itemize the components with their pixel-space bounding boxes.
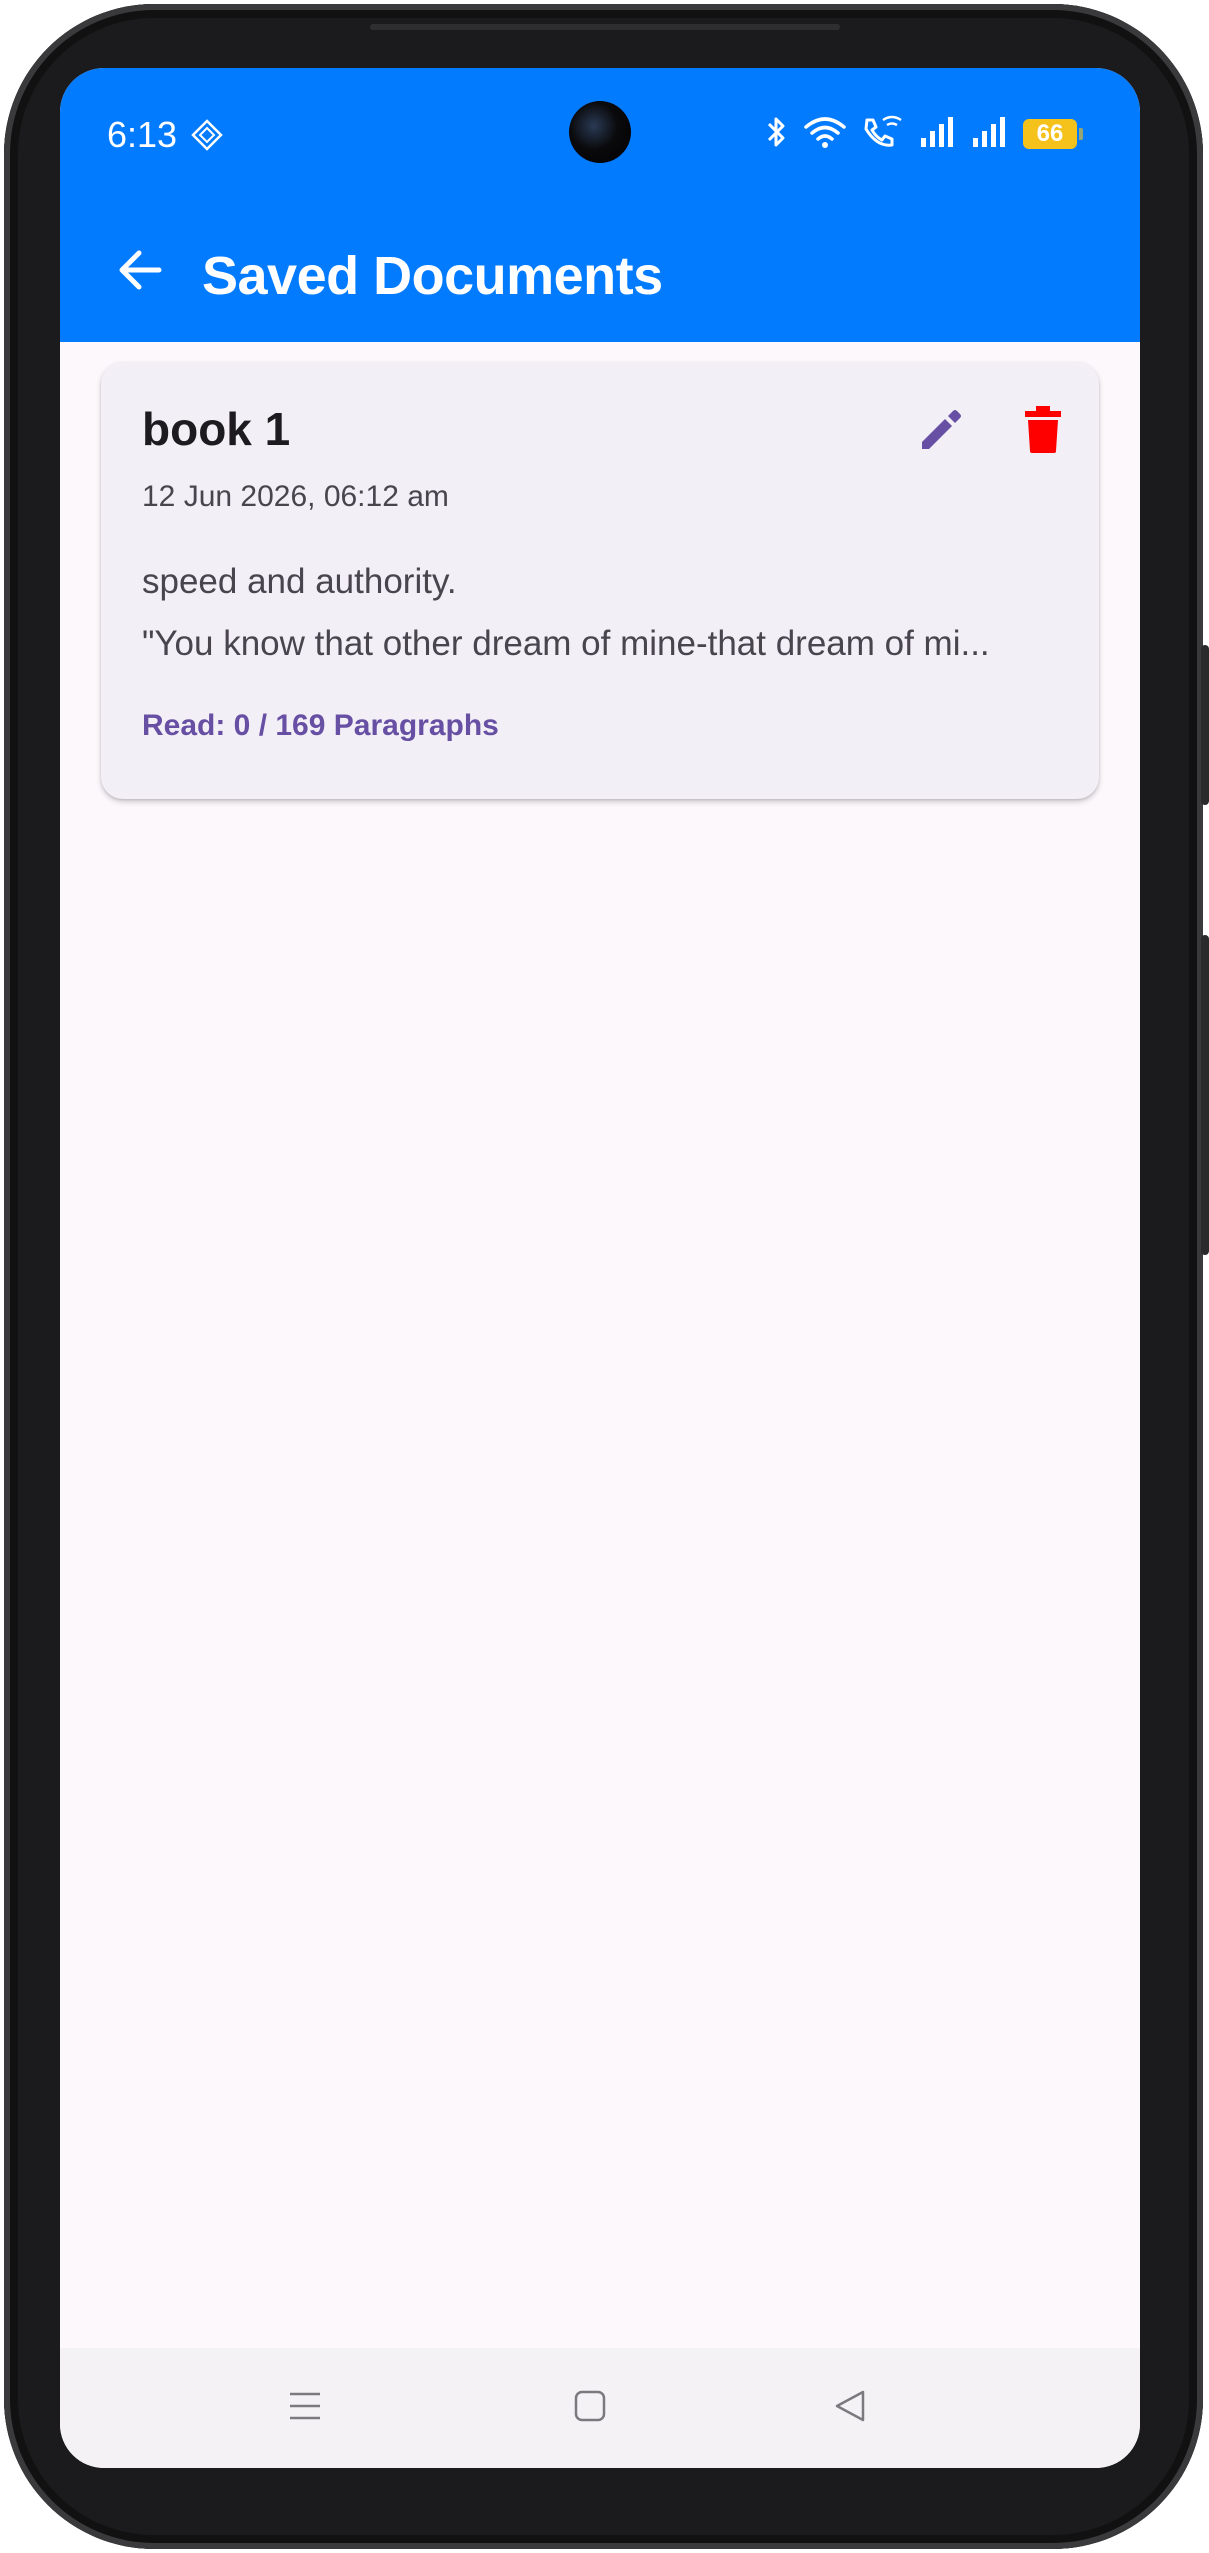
document-title: book 1: [142, 403, 291, 455]
wifi-icon: [803, 114, 847, 155]
pencil-icon: [916, 404, 966, 459]
system-nav-bar: [60, 2348, 1140, 2468]
delete-button[interactable]: [998, 386, 1088, 476]
earpiece-slit: [370, 24, 840, 30]
signal-icon-1: [919, 116, 957, 153]
app-header: 6:13 66 Saved Documents: [60, 68, 1140, 342]
triangle-back-icon: [833, 2389, 867, 2428]
wifi-calling-icon: [861, 114, 905, 155]
nav-back-button[interactable]: [815, 2378, 885, 2438]
nav-recents-button[interactable]: [270, 2378, 340, 2438]
document-preview-line-1: speed and authority.: [142, 562, 457, 601]
status-icons: 66: [765, 112, 1083, 156]
document-date: 12 Jun 2026, 06:12 am: [142, 480, 449, 513]
power-button: [1201, 935, 1209, 1255]
location-icon: [190, 118, 224, 152]
document-card[interactable]: book 1 12 Jun 2026, 06:12 am speed and a…: [101, 362, 1099, 799]
battery-indicator: 66: [1023, 119, 1083, 149]
trash-icon: [1021, 403, 1065, 460]
square-home-icon: [573, 2389, 607, 2428]
arrow-back-icon: [115, 245, 165, 300]
document-progress: Read: 0 / 169 Paragraphs: [142, 709, 499, 742]
screen: 6:13 66 Saved Documents book 1 12 Jun 20…: [60, 68, 1140, 2468]
document-preview-line-2: "You know that other dream of mine-that …: [142, 624, 990, 663]
volume-button: [1201, 645, 1209, 805]
signal-icon-2: [971, 116, 1009, 153]
edit-button[interactable]: [896, 386, 986, 476]
front-camera: [569, 101, 631, 163]
back-button[interactable]: [100, 232, 180, 312]
nav-home-button[interactable]: [555, 2378, 625, 2438]
page-title: Saved Documents: [202, 246, 663, 306]
bluetooth-icon: [765, 114, 789, 155]
status-time: 6:13: [107, 114, 178, 155]
phone-frame: 6:13 66 Saved Documents book 1 12 Jun 20…: [0, 0, 1209, 2553]
menu-lines-icon: [288, 2390, 322, 2427]
